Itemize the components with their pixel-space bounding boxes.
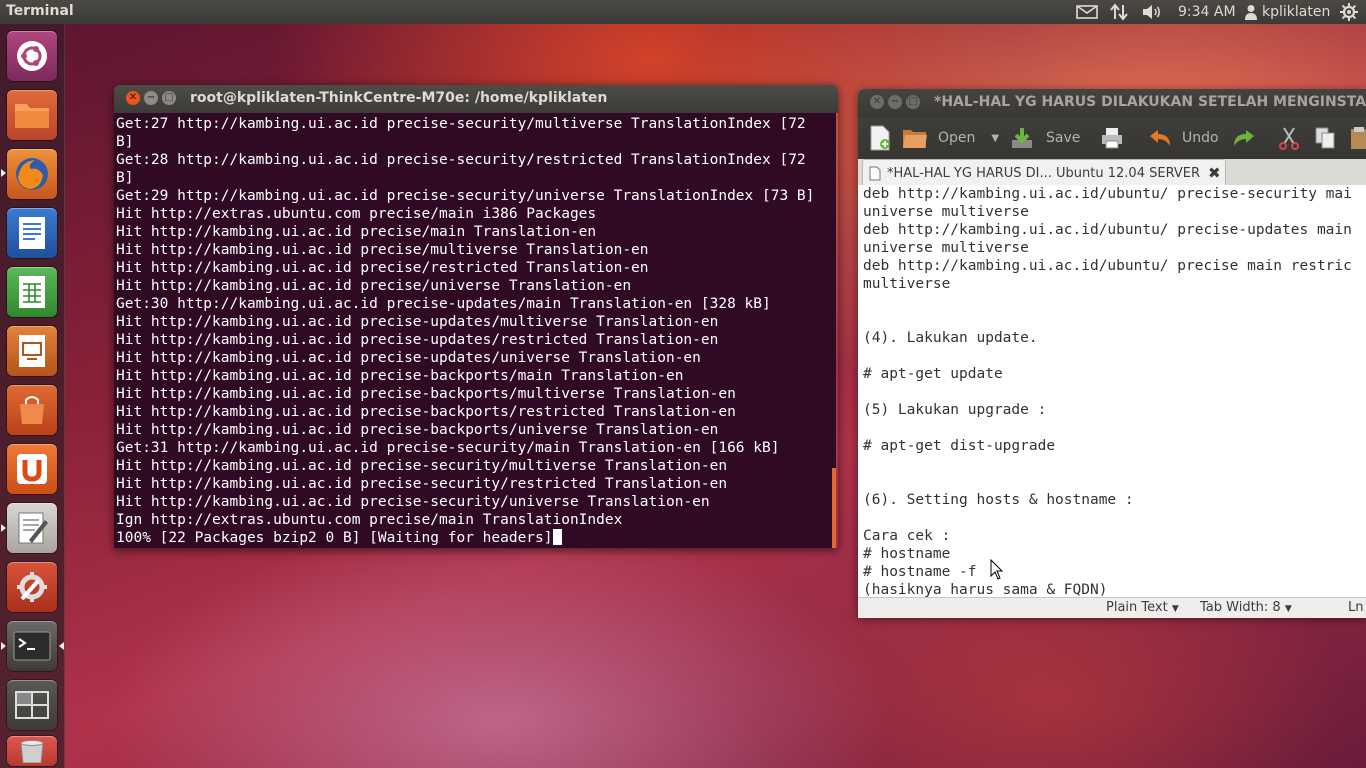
clock[interactable]: 9:34 AM (1178, 2, 1236, 22)
user-name: kpliklaten (1262, 4, 1331, 20)
calc-launcher[interactable] (7, 267, 57, 317)
mouse-pointer-icon (990, 559, 1004, 580)
new-document-button[interactable] (868, 125, 892, 151)
save-button[interactable]: Save (1010, 125, 1080, 151)
document-tab[interactable]: *HAL-HAL YG HARUS DI... Ubuntu 12.04 SER… (862, 159, 1226, 186)
gedit-statusbar: Plain Text ▼ Tab Width: 8 ▼ Ln (858, 597, 1366, 618)
gedit-window[interactable]: ✕ − □ *HAL-HAL YG HARUS DILAKUKAN SETELA… (858, 89, 1366, 618)
workspace-grid-icon (15, 691, 49, 719)
presentation-icon (19, 335, 45, 367)
new-document-icon (870, 125, 890, 151)
redo-arrow-icon (1234, 130, 1254, 146)
mail-icon[interactable] (1076, 2, 1098, 22)
open-button[interactable]: Open ▼ (902, 125, 999, 151)
terminal-scrollbar[interactable] (832, 468, 836, 548)
gedit-tabbar: *HAL-HAL YG HARUS DI... Ubuntu 12.04 SER… (858, 159, 1366, 186)
maximize-icon[interactable]: □ (906, 95, 920, 109)
running-indicator (1, 642, 6, 650)
copy-icon (1315, 127, 1335, 149)
ubuntu-logo-icon (17, 41, 47, 71)
top-panel: Terminal 9:34 AM kpliklaten (0, 0, 1366, 24)
ubuntu-one-icon (17, 454, 47, 484)
terminal-icon (13, 631, 51, 661)
focused-indicator (59, 642, 64, 650)
network-icon[interactable] (1110, 2, 1128, 22)
gedit-titlebar[interactable]: ✕ − □ *HAL-HAL YG HARUS DILAKUKAN SETELA… (858, 89, 1366, 117)
paste-button[interactable] (1350, 125, 1366, 151)
ubuntu-one-launcher[interactable] (7, 444, 57, 494)
redo-button[interactable] (1232, 125, 1256, 151)
terminal-window[interactable]: ✕ − □ root@kpliklaten-ThinkCentre-M70e: … (114, 85, 838, 548)
chevron-down-icon[interactable]: ▼ (991, 133, 999, 144)
spreadsheet-icon (19, 276, 45, 308)
document-icon (19, 217, 45, 249)
undo-label: Undo (1182, 130, 1219, 146)
shopping-bag-icon (20, 396, 44, 424)
scissors-icon (1279, 127, 1299, 150)
language-selector[interactable]: Plain Text ▼ (1106, 600, 1179, 615)
folder-icon (15, 104, 49, 128)
dash-home-button[interactable] (7, 31, 57, 81)
terminal-body[interactable]: Get:27 http://kambing.ui.ac.id precise-s… (114, 113, 836, 548)
undo-arrow-icon (1150, 130, 1170, 146)
print-button[interactable] (1100, 125, 1124, 151)
maximize-icon[interactable]: □ (162, 91, 176, 105)
text-editor-launcher[interactable] (7, 503, 57, 553)
user-menu[interactable]: kpliklaten (1244, 2, 1330, 22)
launcher (0, 24, 65, 768)
close-tab-icon[interactable]: ✖ (1208, 164, 1221, 182)
impress-launcher[interactable] (7, 326, 57, 376)
tab-width-selector[interactable]: Tab Width: 8 ▼ (1200, 600, 1292, 615)
terminal-output: Get:27 http://kambing.ui.ac.id precise-s… (116, 115, 814, 547)
chevron-down-icon: ▼ (1284, 604, 1292, 614)
terminal-log: Get:27 http://kambing.ui.ac.id precise-s… (116, 116, 815, 528)
terminal-titlebar[interactable]: ✕ − □ root@kpliklaten-ThinkCentre-M70e: … (114, 85, 838, 113)
text-editor-icon (18, 512, 48, 544)
terminal-launcher[interactable] (7, 621, 57, 671)
firefox-launcher[interactable] (7, 149, 57, 199)
printer-icon (1102, 128, 1122, 149)
running-indicator (1, 169, 6, 177)
tab-width-label: Tab Width: 8 (1200, 600, 1281, 615)
document-icon (869, 166, 881, 180)
save-download-icon (1012, 128, 1032, 148)
save-label: Save (1046, 130, 1081, 146)
copy-button[interactable] (1314, 125, 1336, 151)
window-title: root@kpliklaten-ThinkCentre-M70e: /home/… (190, 90, 608, 106)
firefox-icon (16, 158, 48, 190)
settings-wrench-icon (17, 572, 47, 602)
window-title: *HAL-HAL YG HARUS DILAKUKAN SETELAH MENG… (934, 94, 1366, 110)
gedit-text-area[interactable]: deb http://kambing.ui.ac.id/ubuntu/ prec… (858, 185, 1366, 597)
close-icon[interactable]: ✕ (870, 95, 884, 109)
undo-button[interactable]: Undo (1148, 125, 1219, 151)
paste-clipboard-icon (1351, 127, 1366, 149)
system-settings-launcher[interactable] (7, 562, 57, 612)
minimize-icon[interactable]: − (144, 91, 158, 105)
user-icon (1245, 5, 1257, 20)
chevron-down-icon: ▼ (1171, 604, 1179, 614)
open-folder-icon (903, 130, 927, 148)
cursor-position: Ln (1348, 600, 1364, 615)
document-tab-label: *HAL-HAL YG HARUS DI... Ubuntu 12.04 SER… (887, 165, 1201, 181)
gedit-toolbar: Open ▼ Save Undo (858, 117, 1366, 159)
workspace-switcher-launcher[interactable] (7, 680, 57, 730)
writer-launcher[interactable] (7, 208, 57, 258)
cut-button[interactable] (1278, 125, 1300, 151)
trash-icon (20, 740, 44, 763)
trash-launcher[interactable] (7, 736, 57, 766)
active-app-title: Terminal (6, 3, 74, 19)
terminal-progress-line: 100% [22 Packages bzip2 0 B] [Waiting fo… (116, 530, 553, 546)
terminal-cursor (552, 529, 562, 545)
language-label: Plain Text (1106, 600, 1168, 615)
volume-icon[interactable] (1141, 2, 1163, 22)
document-content[interactable]: deb http://kambing.ui.ac.id/ubuntu/ prec… (863, 185, 1352, 597)
close-icon[interactable]: ✕ (126, 91, 140, 105)
power-gear-icon[interactable] (1340, 2, 1358, 22)
files-launcher[interactable] (7, 90, 57, 140)
software-center-launcher[interactable] (7, 385, 57, 435)
minimize-icon[interactable]: − (888, 95, 902, 109)
open-label: Open (938, 130, 976, 146)
running-indicator (1, 524, 6, 532)
